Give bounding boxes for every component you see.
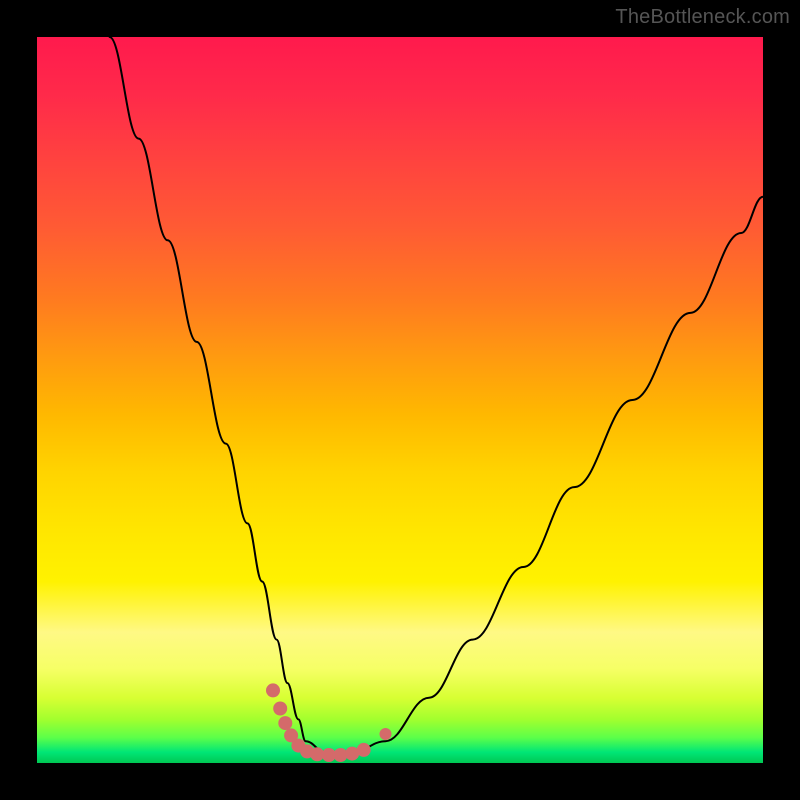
marker-cluster — [266, 683, 392, 762]
v-curve — [110, 37, 763, 754]
left-cluster-dot — [273, 702, 287, 716]
left-cluster-dot — [357, 743, 371, 757]
chart-overlay — [37, 37, 763, 763]
watermark-text: TheBottleneck.com — [615, 6, 790, 29]
outer-frame: TheBottleneck.com — [0, 0, 800, 800]
left-cluster-dot — [278, 716, 292, 730]
left-cluster-dot — [266, 683, 280, 697]
plot-area — [37, 37, 763, 763]
right-dot-dot — [380, 728, 392, 740]
v-curve-path — [110, 37, 763, 754]
